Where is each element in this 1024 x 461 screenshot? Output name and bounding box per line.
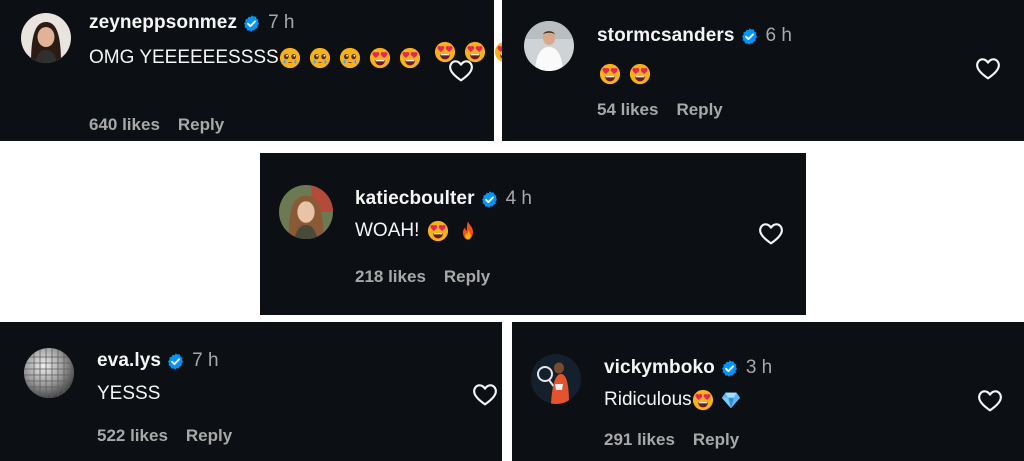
username[interactable]: eva.lys [97, 350, 161, 372]
timestamp[interactable]: 4 h [506, 188, 532, 210]
heart-icon[interactable] [448, 58, 474, 82]
crying-face-emoji [309, 47, 331, 69]
comment-text: Ridiculous [604, 385, 750, 414]
timestamp[interactable]: 7 h [192, 350, 218, 372]
timestamp[interactable]: 6 h [766, 25, 792, 47]
fire-emoji [457, 220, 479, 242]
crying-face-emoji [339, 47, 361, 69]
comment-text [599, 54, 659, 85]
heart-eyes-emoji [369, 47, 391, 69]
comment-text-content: WOAH! [355, 220, 420, 241]
likes-count[interactable]: 640 likes [89, 115, 160, 134]
comment-card-2: stormcsanders 6 h 54 likes Reply [502, 0, 1024, 141]
reply-button[interactable]: Reply [676, 100, 722, 119]
likes-count[interactable]: 54 likes [597, 100, 658, 119]
heart-eyes-emoji [629, 63, 651, 85]
heart-icon[interactable] [472, 382, 498, 406]
username[interactable]: vickymboko [604, 357, 715, 379]
comment-card-1: zeyneppsonmez 7 h OMG YEEEEEESSSS 640 li… [0, 0, 494, 141]
likes-count[interactable]: 291 likes [604, 430, 675, 449]
comment-card-4: eva.lys 7 h YESSS 522 likes Reply [0, 322, 502, 461]
avatar[interactable] [531, 354, 581, 404]
timestamp[interactable]: 7 h [268, 12, 294, 34]
avatar[interactable] [21, 13, 71, 63]
username[interactable]: katiecboulter [355, 188, 475, 210]
verified-badge-icon [480, 190, 499, 209]
username[interactable]: zeyneppsonmez [89, 12, 237, 34]
comment-card-3: katiecboulter 4 h WOAH! 218 likes Reply [260, 153, 806, 315]
username[interactable]: stormcsanders [597, 25, 735, 47]
heart-eyes-emoji [427, 220, 449, 242]
verified-badge-icon [242, 14, 261, 33]
heart-eyes-emoji [692, 389, 714, 411]
comment-text-content: Ridiculous [604, 389, 692, 410]
timestamp[interactable]: 3 h [746, 357, 772, 379]
avatar[interactable] [524, 21, 574, 71]
heart-icon[interactable] [977, 388, 1003, 412]
avatar[interactable] [279, 185, 333, 239]
comment-text-content: OMG YEEEEEESSSS [89, 47, 279, 68]
heart-icon[interactable] [975, 56, 1001, 80]
comment-text: YESSS [97, 383, 161, 404]
verified-badge-icon [720, 359, 739, 378]
comment-card-5: vickymboko 3 h Ridiculous 291 likes Reply [512, 322, 1024, 461]
reply-button[interactable]: Reply [186, 426, 232, 445]
crying-face-emoji [279, 47, 301, 69]
gem-emoji [720, 389, 742, 411]
likes-count[interactable]: 218 likes [355, 267, 426, 286]
heart-icon[interactable] [758, 221, 784, 245]
verified-badge-icon [166, 352, 185, 371]
heart-eyes-emoji [599, 63, 621, 85]
reply-button[interactable]: Reply [444, 267, 490, 286]
reply-button[interactable]: Reply [693, 430, 739, 449]
likes-count[interactable]: 522 likes [97, 426, 168, 445]
verified-badge-icon [740, 27, 759, 46]
reply-button[interactable]: Reply [178, 115, 224, 134]
comment-text: WOAH! [355, 216, 487, 245]
avatar[interactable] [24, 348, 74, 398]
heart-eyes-emoji [399, 47, 421, 69]
